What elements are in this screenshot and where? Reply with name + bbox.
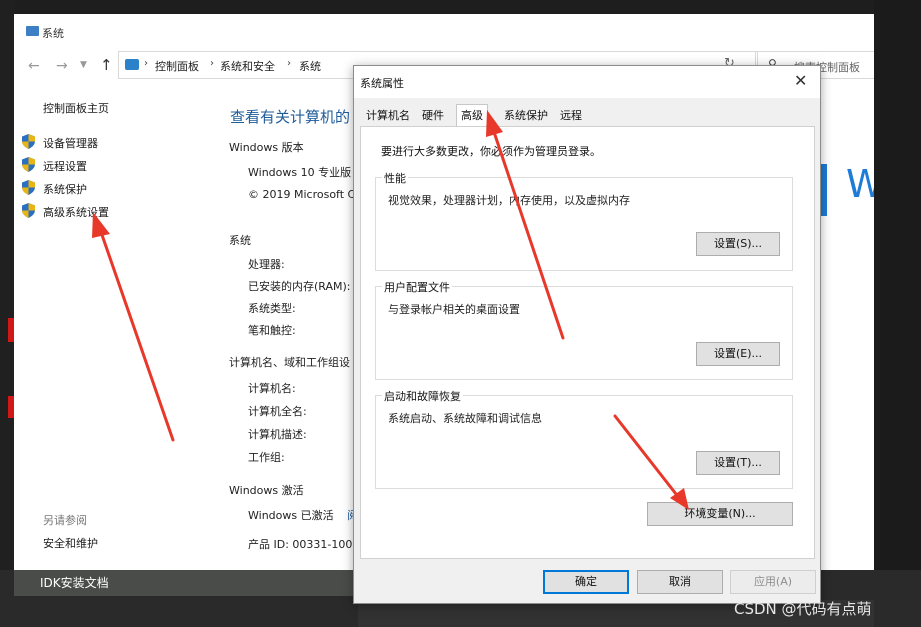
breadcrumb-system[interactable]: 系统 <box>299 58 321 74</box>
system-properties-dialog: 系统属性 ✕ 计算机名 硬件 高级 系统保护 远程 要进行大多数更改，你必须作为… <box>353 65 821 604</box>
back-arrow-icon[interactable]: ← <box>28 58 40 74</box>
activation-heading: Windows 激活 <box>229 484 304 497</box>
nav-item-advanced-system-settings[interactable]: 高级系统设置 <box>22 201 212 221</box>
tab-system-protection[interactable]: 系统保护 <box>500 106 552 125</box>
windows-edition-heading: Windows 版本 <box>229 141 304 154</box>
close-icon[interactable]: ✕ <box>794 71 807 90</box>
system-window-icon <box>26 26 39 36</box>
background-file-label: IDK安装文档 <box>40 576 109 590</box>
security-maintenance-link[interactable]: 安全和维护 <box>43 535 98 551</box>
tab-remote[interactable]: 远程 <box>556 106 586 125</box>
shield-icon <box>22 134 35 149</box>
chevron-right-icon: › <box>144 58 148 69</box>
nav-item-label: 高级系统设置 <box>43 206 109 219</box>
chevron-right-icon: › <box>287 58 291 69</box>
startup-recovery-group: 启动和故障恢复 系统启动、系统故障和调试信息 设置(T)... <box>375 388 793 489</box>
workgroup-label: 工作组: <box>248 451 285 464</box>
performance-settings-button[interactable]: 设置(S)... <box>696 232 780 256</box>
csdn-watermark: CSDN @代码有点萌 <box>734 600 872 618</box>
performance-group: 性能 视觉效果，处理器计划，内存使用，以及虚拟内存 设置(S)... <box>375 170 793 271</box>
shield-icon <box>22 180 35 195</box>
performance-title: 性能 <box>382 170 408 186</box>
desktop-left-strip <box>0 0 14 627</box>
see-also-heading: 另请参阅 <box>43 514 87 527</box>
up-arrow-icon[interactable]: ↑ <box>100 56 113 74</box>
startup-recovery-settings-button[interactable]: 设置(T)... <box>696 451 780 475</box>
startup-recovery-title: 启动和故障恢复 <box>382 388 463 404</box>
recent-dropdown-icon[interactable]: ▼ <box>80 60 87 70</box>
activation-status: Windows 已激活 <box>248 509 334 522</box>
environment-variables-button[interactable]: 环境变量(N)... <box>647 502 793 526</box>
nav-item-label: 远程设置 <box>43 160 87 173</box>
chevron-right-icon: › <box>210 58 214 69</box>
nav-item-label: 设备管理器 <box>43 137 98 150</box>
breadcrumb-system-security[interactable]: 系统和安全 <box>220 58 275 74</box>
performance-desc: 视觉效果，处理器计划，内存使用，以及虚拟内存 <box>388 194 630 207</box>
tab-strip: 计算机名 硬件 高级 系统保护 远程 <box>360 104 816 127</box>
nav-control-panel-home[interactable]: 控制面板主页 <box>43 100 109 116</box>
nav-item-device-manager[interactable]: 设备管理器 <box>22 132 212 152</box>
system-titlebar: 系统 <box>14 14 874 48</box>
system-window-title: 系统 <box>42 27 64 40</box>
user-profiles-desc: 与登录帐户相关的桌面设置 <box>388 303 520 316</box>
desktop-right-strip <box>874 0 921 627</box>
user-profiles-group: 用户配置文件 与登录帐户相关的桌面设置 设置(E)... <box>375 279 793 380</box>
shield-icon <box>22 157 35 172</box>
nav-item-system-protection[interactable]: 系统保护 <box>22 178 212 198</box>
product-id: 产品 ID: 00331-100 <box>248 538 353 551</box>
tab-hardware[interactable]: 硬件 <box>418 106 448 125</box>
shield-icon <box>22 203 35 218</box>
control-panel-icon <box>125 59 139 70</box>
ram-label: 已安装的内存(RAM): <box>248 280 351 293</box>
user-profiles-settings-button[interactable]: 设置(E)... <box>696 342 780 366</box>
computer-description-label: 计算机描述: <box>248 428 307 441</box>
computer-full-name-label: 计算机全名: <box>248 405 307 418</box>
edition-name: Windows 10 专业版 <box>248 166 352 179</box>
pen-touch-label: 笔和触控: <box>248 324 296 337</box>
windows-logo-letter: W <box>846 162 874 206</box>
apply-button[interactable]: 应用(A) <box>730 570 816 594</box>
computer-name-label: 计算机名: <box>248 382 296 395</box>
computer-section-heading: 计算机名、域和工作组设 <box>229 356 350 369</box>
tab-advanced[interactable]: 高级 <box>456 104 488 127</box>
breadcrumb-control-panel[interactable]: 控制面板 <box>155 58 199 74</box>
system-type-label: 系统类型: <box>248 302 296 315</box>
ok-button[interactable]: 确定 <box>543 570 629 594</box>
advanced-tab-panel: 要进行大多数更改，你必须作为管理员登录。 性能 视觉效果，处理器计划，内存使用，… <box>360 126 815 559</box>
tab-computer-name[interactable]: 计算机名 <box>362 106 414 125</box>
nav-item-label: 系统保护 <box>43 183 87 196</box>
dialog-titlebar: 系统属性 ✕ <box>354 66 820 98</box>
forward-arrow-icon[interactable]: → <box>56 58 68 74</box>
copyright-text: © 2019 Microsoft C <box>248 188 356 201</box>
cancel-button[interactable]: 取消 <box>637 570 723 594</box>
dialog-title: 系统属性 <box>360 77 404 90</box>
user-profiles-title: 用户配置文件 <box>382 279 452 295</box>
page-title: 查看有关计算机的 <box>230 108 351 126</box>
processor-label: 处理器: <box>248 258 285 271</box>
system-section-heading: 系统 <box>229 234 251 247</box>
admin-note: 要进行大多数更改，你必须作为管理员登录。 <box>381 145 601 158</box>
nav-item-remote-settings[interactable]: 远程设置 <box>22 155 212 175</box>
startup-recovery-desc: 系统启动、系统故障和调试信息 <box>388 412 542 425</box>
